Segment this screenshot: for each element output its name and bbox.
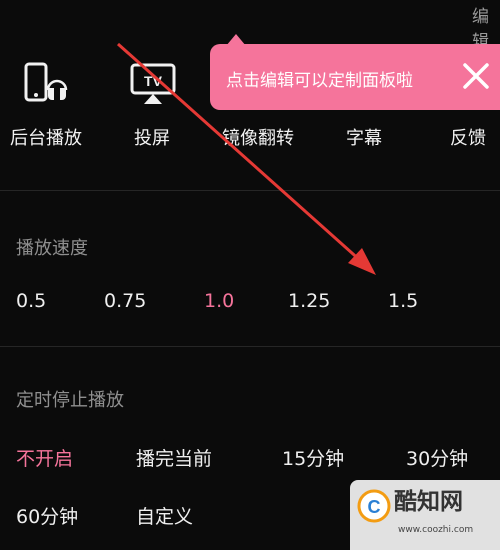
timer-option-30min[interactable]: 30分钟 bbox=[406, 444, 468, 471]
svg-text:TV: TV bbox=[144, 73, 163, 89]
timer-option-custom[interactable]: 自定义 bbox=[136, 502, 193, 529]
divider bbox=[0, 346, 500, 347]
tv-cast-icon[interactable]: TV bbox=[130, 62, 178, 104]
speed-option-0.75[interactable]: 0.75 bbox=[104, 290, 146, 312]
speed-option-0.5[interactable]: 0.5 bbox=[16, 290, 46, 312]
speed-section-title: 播放速度 bbox=[16, 238, 88, 259]
timer-option-finish-current[interactable]: 播完当前 bbox=[136, 444, 212, 471]
timer-option-off[interactable]: 不开启 bbox=[16, 444, 73, 471]
toolbar-item-cast[interactable]: 投屏 bbox=[134, 124, 170, 150]
timer-section-title: 定时停止播放 bbox=[16, 390, 124, 411]
svg-text:C: C bbox=[368, 497, 381, 517]
speed-option-1.25[interactable]: 1.25 bbox=[288, 290, 330, 312]
tooltip-text: 点击编辑可以定制面板啦 bbox=[226, 71, 413, 91]
toolbar-item-feedback[interactable]: 反馈 bbox=[450, 124, 486, 150]
toolbar-item-mirror[interactable]: 镜像翻转 bbox=[222, 124, 294, 150]
timer-option-60min[interactable]: 60分钟 bbox=[16, 502, 78, 529]
speed-option-1.5[interactable]: 1.5 bbox=[388, 290, 418, 312]
speed-option-1.0[interactable]: 1.0 bbox=[204, 290, 234, 312]
watermark-logo: C bbox=[356, 488, 392, 524]
watermark-url: www.coozhi.com bbox=[398, 525, 474, 535]
toolbar-item-subtitle[interactable]: 字幕 bbox=[346, 124, 382, 150]
toolbar-item-background-play[interactable]: 后台播放 bbox=[10, 124, 82, 150]
divider bbox=[0, 190, 500, 191]
watermark-title: 酷知网 bbox=[394, 488, 463, 515]
close-icon[interactable] bbox=[460, 60, 492, 92]
phone-headphones-icon[interactable] bbox=[22, 62, 68, 104]
timer-option-15min[interactable]: 15分钟 bbox=[282, 444, 344, 471]
